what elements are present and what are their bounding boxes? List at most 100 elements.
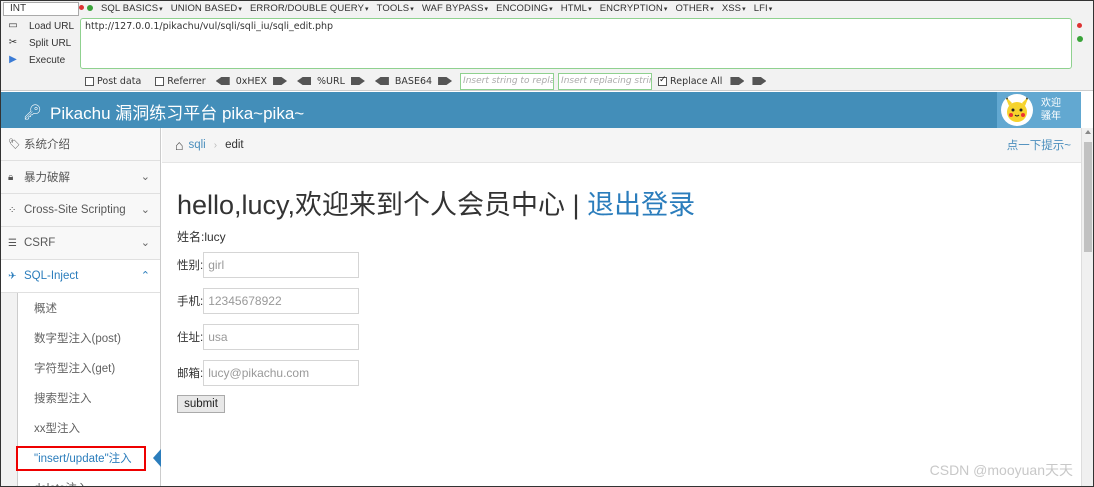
avatar (1001, 94, 1033, 126)
email-input[interactable] (203, 360, 360, 386)
address-label: 住址: (177, 332, 204, 344)
replace-all-checkbox[interactable] (658, 75, 668, 86)
base64-encode-arrow-icon[interactable] (438, 77, 453, 85)
sidebar-item-label: 暴力破解 (24, 172, 70, 184)
subitem-delete[interactable]: delete注入 (18, 473, 160, 486)
url-textarea[interactable]: http://127.0.0.1/pikachu/vul/sqli/sqli_i… (80, 18, 1072, 69)
subitem-xx[interactable]: xx型注入 (18, 413, 160, 443)
home-icon[interactable]: ⌂ (175, 137, 183, 153)
insert-string-input[interactable]: Insert string to replace (460, 72, 555, 90)
user-menu[interactable]: 欢迎 骚年 (997, 92, 1081, 128)
breadcrumb-separator-icon: › (213, 139, 218, 151)
site-title-text: Pikachu 漏洞练习平台 pika~pika~ (50, 104, 305, 123)
execute-label: Execute (29, 54, 66, 66)
name-row: 姓名:lucy (177, 228, 695, 245)
chevron-up-icon: ⌃ (140, 270, 150, 282)
post-data-checkbox[interactable] (85, 76, 94, 86)
url-encode-arrow-icon[interactable] (350, 77, 365, 85)
menu-xss[interactable]: XSS (722, 3, 746, 14)
url-side-dots (1077, 23, 1083, 42)
sidebar-item-brute-force[interactable]: 🔒︎ 暴力破解 ⌄ (1, 161, 160, 194)
load-url-label: Load URL (29, 20, 75, 32)
sex-label: 性别: (177, 260, 204, 272)
site-header: 🔑︎ Pikachu 漏洞练习平台 pika~pika~ 欢迎 骚年 (1, 92, 1081, 128)
email-row: 邮箱: (177, 355, 695, 391)
page-heading: hello,lucy,欢迎来到个人会员中心 | 退出登录 (177, 183, 695, 222)
sql-inject-submenu: 概述 数字型注入(post) 字符型注入(get) 搜索型注入 xx型注入 "i… (16, 293, 161, 486)
load-url-icon: ▭ (8, 20, 18, 31)
green-dot-icon (87, 5, 93, 11)
red-dot-icon (79, 5, 84, 10)
hackbar-actions: ▭ Load URL ✂ Split URL ▶ Execute (7, 19, 74, 67)
welcome-line-1: 欢迎 (1041, 98, 1061, 109)
subitem-numeric-post[interactable]: 数字型注入(post) (18, 323, 160, 353)
subitem-search[interactable]: 搜索型注入 (18, 383, 160, 413)
menu-sql-basics[interactable]: SQL BASICS (101, 3, 163, 14)
hackbar-status-dots (79, 5, 93, 11)
menu-union-based[interactable]: UNION BASED (171, 3, 242, 14)
highlight-box (16, 446, 146, 471)
chevron-down-icon: ⌄ (140, 237, 150, 249)
sidebar-item-label: SQL-Inject (24, 270, 79, 282)
address-row: 住址: (177, 319, 695, 355)
referrer-checkbox[interactable] (155, 76, 165, 86)
sidebar-item-intro[interactable]: 🏷︎ 系统介绍 (1, 128, 160, 161)
split-url-label: Split URL (29, 37, 72, 49)
phone-label: 手机: (177, 296, 204, 308)
type-select[interactable]: INT (3, 2, 79, 16)
replace-all-label: Replace All (670, 75, 723, 87)
sidebar-item-label: CSRF (24, 237, 56, 249)
watermark: CSDN @mooyuan天天 (929, 462, 1073, 478)
vertical-scrollbar[interactable] (1081, 128, 1093, 486)
browser-frame: INT SQL BASICS UNION BASED ERROR/DOUBLE … (0, 0, 1094, 487)
site-title[interactable]: 🔑︎ Pikachu 漏洞练习平台 pika~pika~ (23, 99, 304, 124)
execute-icon: ▶ (9, 54, 17, 65)
replace-arrow-2-icon[interactable] (752, 77, 767, 85)
hackbar-menu: SQL BASICS UNION BASED ERROR/DOUBLE QUER… (101, 3, 772, 14)
menu-tools[interactable]: TOOLS (377, 3, 414, 14)
key-icon: 🔑︎ (23, 103, 43, 121)
subitem-string-get[interactable]: 字符型注入(get) (18, 353, 160, 383)
sidebar: 🏷︎ 系统介绍 🔒︎ 暴力破解 ⌄ ⁘ Cross-Site Scripting… (1, 128, 161, 486)
replace-arrow-icon[interactable] (730, 77, 745, 85)
tag-icon: 🏷︎ (8, 138, 21, 150)
menu-other[interactable]: OTHER (675, 3, 713, 14)
subitem-overview[interactable]: 概述 (18, 293, 160, 323)
email-label: 邮箱: (177, 368, 204, 380)
breadcrumb-link-sqli[interactable]: sqli (188, 139, 205, 151)
hex-decode-arrow-icon[interactable] (215, 77, 230, 85)
sidebar-item-csrf[interactable]: ☰ CSRF ⌄ (1, 227, 160, 260)
logout-link[interactable]: 退出登录 (587, 190, 695, 220)
hint-link[interactable]: 点一下提示~ (1007, 137, 1071, 153)
name-label: 姓名: (177, 230, 205, 244)
menu-error-double-query[interactable]: ERROR/DOUBLE QUERY (250, 3, 369, 14)
replacing-string-input[interactable]: Insert replacing string (558, 72, 653, 90)
menu-html[interactable]: HTML (561, 3, 592, 14)
menu-encryption[interactable]: ENCRYPTION (600, 3, 668, 14)
hex-encode-arrow-icon[interactable] (273, 77, 288, 85)
load-url-button[interactable]: ▭ Load URL (7, 19, 74, 33)
breadcrumb-current: edit (225, 139, 244, 151)
sex-row: 性别: (177, 247, 695, 283)
menu-encoding[interactable]: ENCODING (496, 3, 553, 14)
submit-button[interactable]: submit (177, 395, 225, 413)
split-url-button[interactable]: ✂ Split URL (7, 36, 74, 50)
scroll-up-arrow-icon[interactable] (1085, 130, 1091, 134)
red-dot-icon (1077, 23, 1082, 28)
sidebar-item-xss[interactable]: ⁘ Cross-Site Scripting ⌄ (1, 194, 160, 227)
menu-waf-bypass[interactable]: WAF BYPASS (422, 3, 488, 14)
base64-decode-arrow-icon[interactable] (374, 77, 389, 85)
hex-label: 0xHEX (235, 75, 268, 87)
phone-input[interactable] (203, 288, 360, 314)
sidebar-item-sql-inject[interactable]: ✈ SQL-Inject ⌃ (1, 260, 160, 293)
sex-input[interactable] (203, 252, 360, 278)
scrollbar-thumb[interactable] (1084, 142, 1092, 252)
url-decode-arrow-icon[interactable] (297, 77, 312, 85)
execute-button[interactable]: ▶ Execute (7, 53, 74, 67)
referrer-label: Referrer (167, 75, 206, 87)
address-input[interactable] (203, 324, 360, 350)
chevron-down-icon: ⌄ (140, 204, 150, 216)
plane-icon: ✈ (8, 270, 17, 282)
subitem-insert-update[interactable]: "insert/update"注入 (16, 443, 161, 473)
menu-lfi[interactable]: LFI (754, 3, 773, 14)
